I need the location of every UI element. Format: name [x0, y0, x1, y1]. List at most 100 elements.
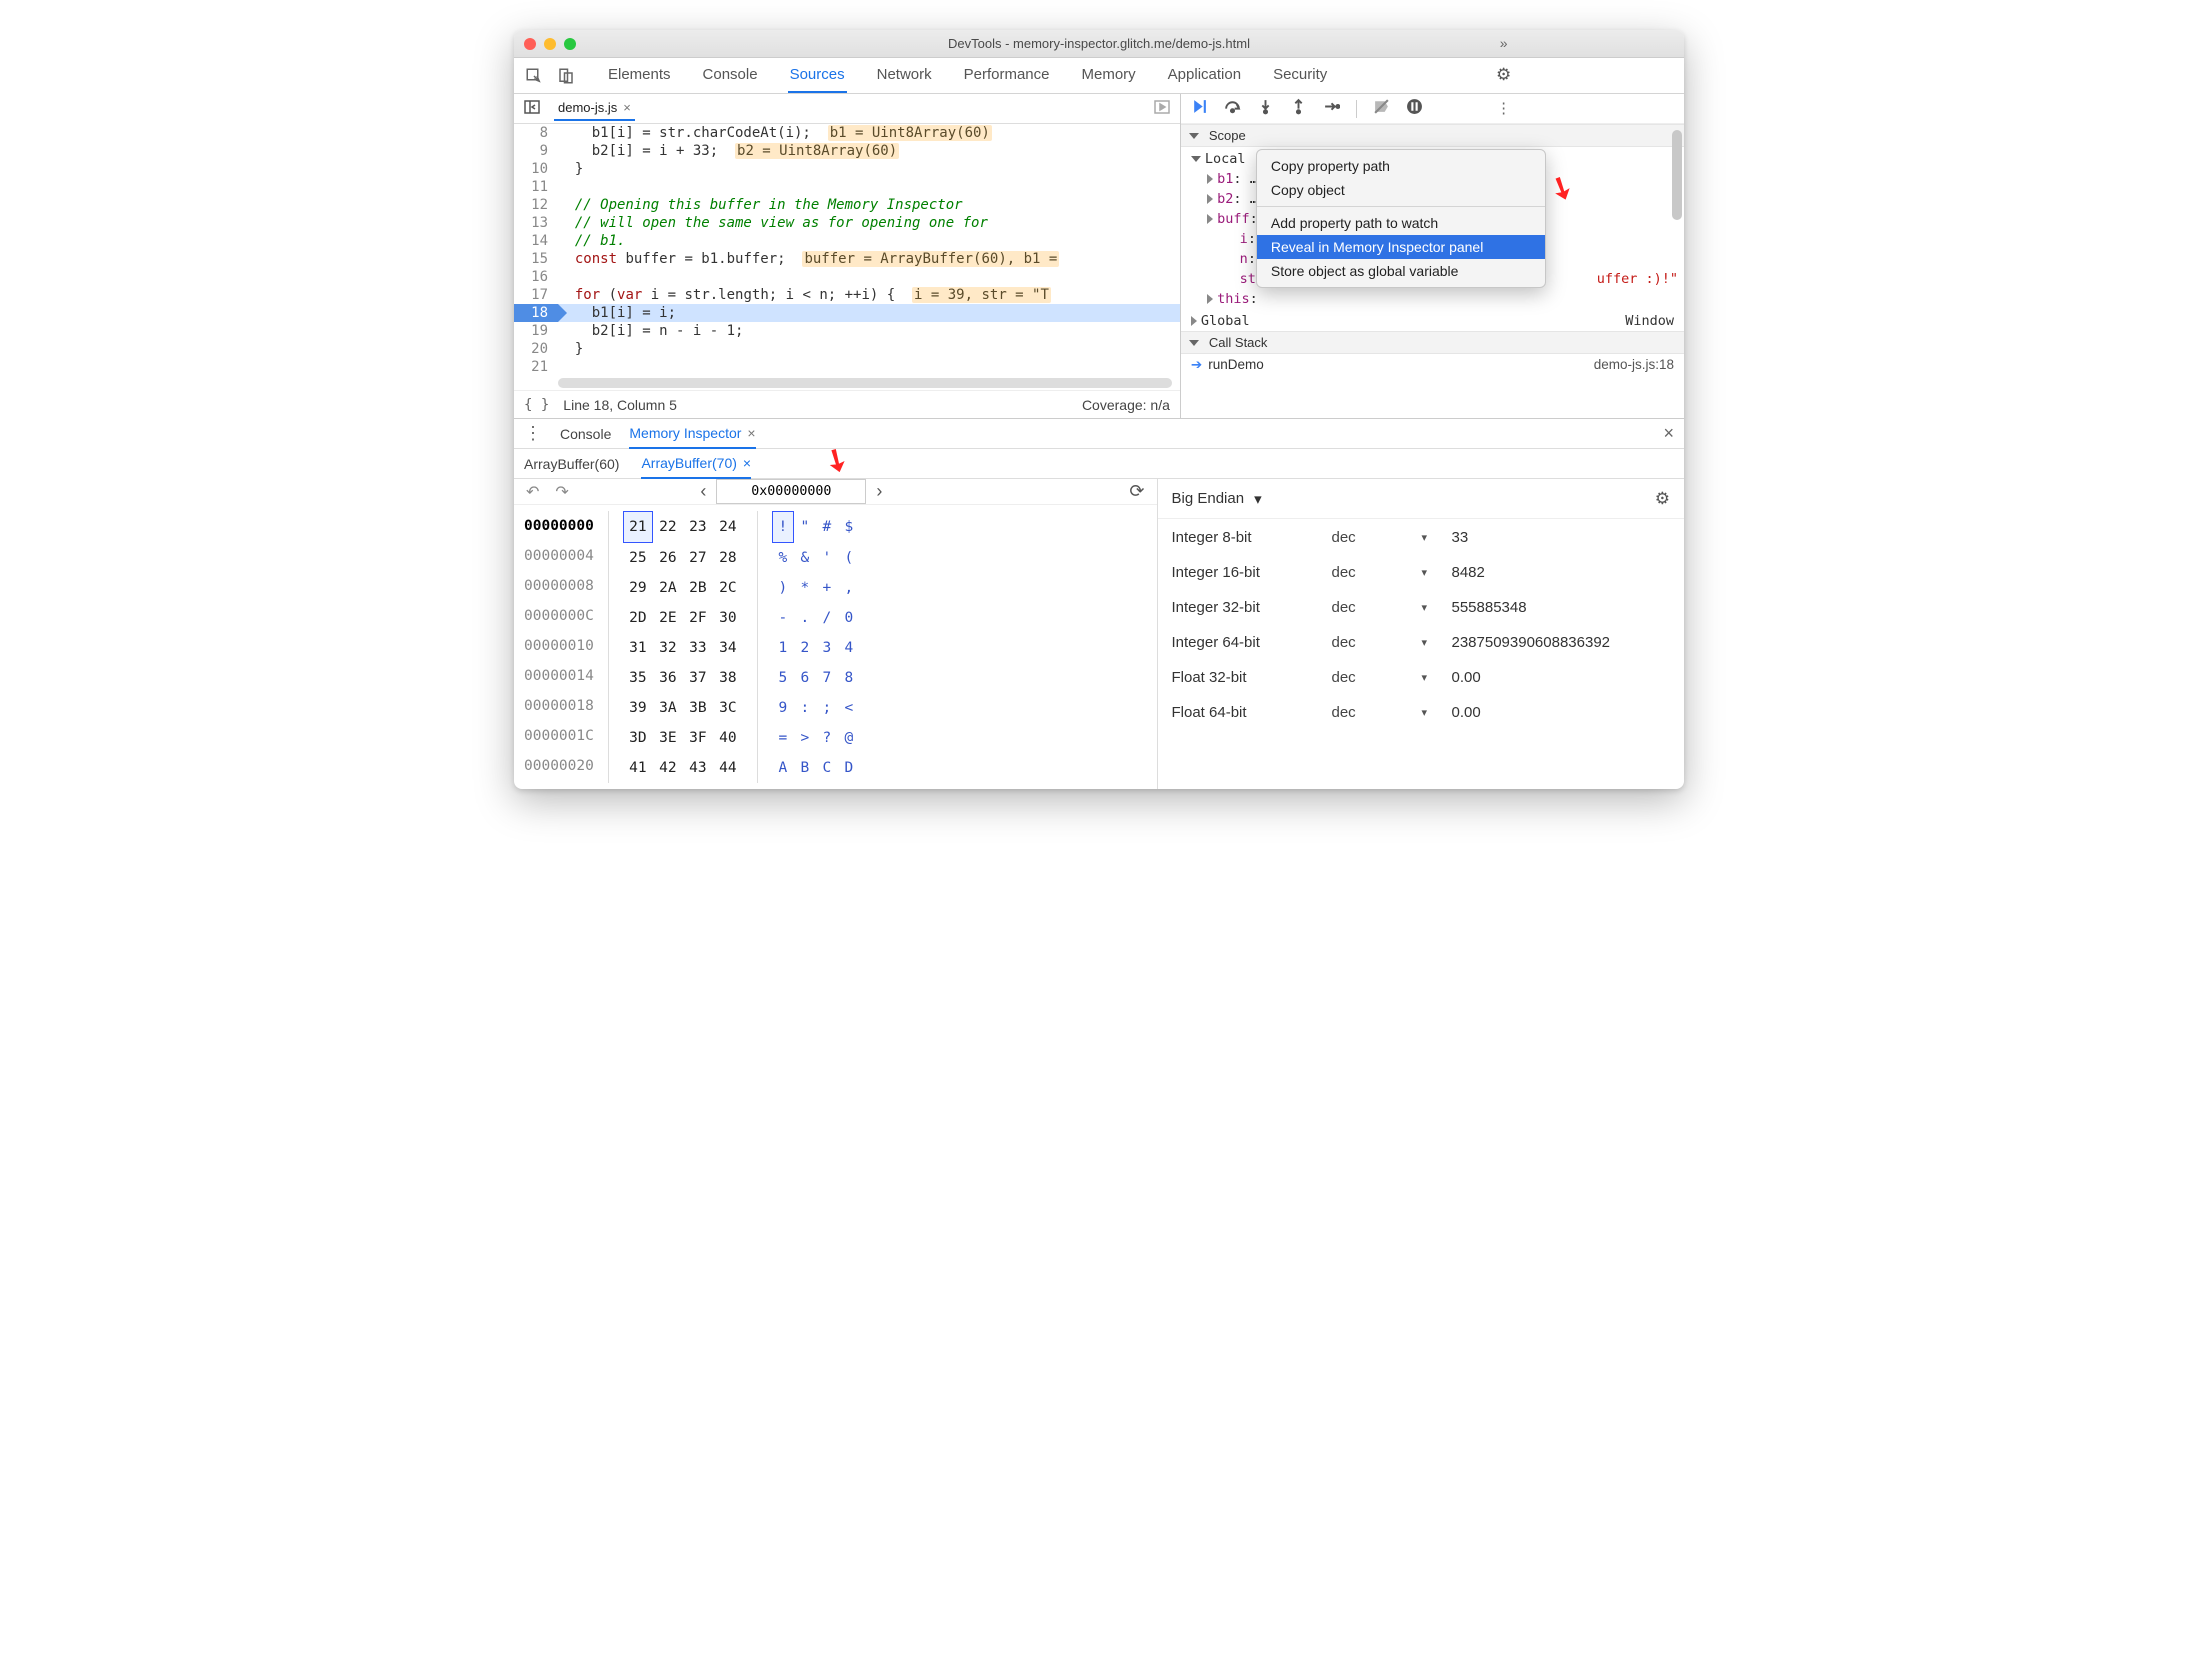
close-drawer-icon[interactable]: × [1663, 423, 1674, 444]
scope-section-header[interactable]: Scope [1181, 124, 1684, 147]
more-tabs-button[interactable]: » [1500, 35, 1508, 51]
address-input[interactable] [716, 479, 866, 504]
context-menu-item[interactable]: Store object as global variable [1257, 259, 1545, 283]
redo-icon[interactable]: ↷ [555, 482, 568, 502]
main-tab-security[interactable]: Security [1271, 58, 1329, 93]
hex-byte[interactable]: 35 [623, 663, 653, 693]
ascii-char[interactable]: = [772, 723, 794, 753]
hex-byte[interactable]: 26 [653, 543, 683, 573]
hex-byte[interactable]: 2E [653, 603, 683, 633]
ascii-row[interactable]: 9:;< [772, 693, 860, 723]
ascii-char[interactable]: 2 [794, 633, 816, 663]
main-tab-performance[interactable]: Performance [962, 58, 1052, 93]
ascii-char[interactable]: @ [838, 723, 860, 753]
main-tab-memory[interactable]: Memory [1080, 58, 1138, 93]
ascii-char[interactable]: & [794, 543, 816, 573]
ascii-char[interactable]: ? [816, 723, 838, 753]
hex-byte[interactable]: 3D [623, 723, 653, 753]
hex-row[interactable]: 31323334 [623, 633, 743, 663]
value-format-select[interactable]: dec [1332, 599, 1422, 616]
hex-byte[interactable]: 31 [623, 633, 653, 663]
hex-row[interactable]: 393A3B3C [623, 693, 743, 723]
buffer-tab[interactable]: ArrayBuffer(60) [524, 449, 619, 479]
code-line[interactable]: 15 const buffer = b1.buffer; buffer = Ar… [514, 250, 1180, 268]
ascii-char[interactable]: D [838, 753, 860, 783]
hex-byte[interactable]: 2D [623, 603, 653, 633]
ascii-char[interactable]: , [838, 573, 860, 603]
ascii-char[interactable]: : [794, 693, 816, 723]
ascii-char[interactable]: - [772, 603, 794, 633]
hex-row[interactable]: 25262728 [623, 543, 743, 573]
hex-byte[interactable]: 38 [713, 663, 743, 693]
hex-byte[interactable]: 43 [683, 753, 713, 783]
context-menu-item[interactable]: Add property path to watch [1257, 211, 1545, 235]
hex-byte[interactable]: 42 [653, 753, 683, 783]
ascii-char[interactable]: $ [838, 512, 860, 542]
code-line[interactable]: 14 // b1. [514, 232, 1180, 250]
hex-byte[interactable]: 22 [653, 512, 683, 542]
ascii-char[interactable]: < [838, 693, 860, 723]
step-over-icon[interactable] [1224, 98, 1241, 119]
ascii-char[interactable]: 9 [772, 693, 794, 723]
hex-byte[interactable]: 3E [653, 723, 683, 753]
hex-byte[interactable]: 33 [683, 633, 713, 663]
callstack-section-header[interactable]: Call Stack [1181, 331, 1684, 354]
ascii-char[interactable]: ( [838, 543, 860, 573]
ascii-row[interactable]: ABCD [772, 753, 860, 783]
code-line[interactable]: 20 } [514, 340, 1180, 358]
hex-byte[interactable]: 29 [623, 573, 653, 603]
hex-byte[interactable]: 37 [683, 663, 713, 693]
hex-byte[interactable]: 40 [713, 723, 743, 753]
ascii-char[interactable]: > [794, 723, 816, 753]
hex-viewer[interactable]: 0000000000000004000000080000000C00000010… [514, 505, 1157, 789]
ascii-row[interactable]: 5678 [772, 663, 860, 693]
step-out-icon[interactable] [1290, 98, 1307, 119]
ascii-char[interactable]: + [816, 573, 838, 603]
code-line[interactable]: 10 } [514, 160, 1180, 178]
ascii-char[interactable]: ) [772, 573, 794, 603]
hex-byte[interactable]: 3C [713, 693, 743, 723]
main-tab-network[interactable]: Network [875, 58, 934, 93]
hex-byte[interactable]: 39 [623, 693, 653, 723]
hex-byte[interactable]: 27 [683, 543, 713, 573]
value-format-select[interactable]: dec [1332, 564, 1422, 581]
step-icon[interactable] [1323, 98, 1340, 119]
ascii-row[interactable]: 1234 [772, 633, 860, 663]
code-line[interactable]: 19 b2[i] = n - i - 1; [514, 322, 1180, 340]
ascii-row[interactable]: =>?@ [772, 723, 860, 753]
hex-byte[interactable]: 30 [713, 603, 743, 633]
ascii-char[interactable]: 4 [838, 633, 860, 663]
value-format-select[interactable]: dec [1332, 634, 1422, 651]
ascii-char[interactable]: ! [772, 511, 794, 543]
hex-byte[interactable]: 3A [653, 693, 683, 723]
step-into-icon[interactable] [1257, 98, 1274, 119]
ascii-char[interactable]: 1 [772, 633, 794, 663]
code-line[interactable]: 9 b2[i] = i + 33; b2 = Uint8Array(60) [514, 142, 1180, 160]
pause-exceptions-icon[interactable] [1406, 98, 1423, 119]
code-line[interactable]: 21 [514, 358, 1180, 376]
ascii-char[interactable]: # [816, 512, 838, 542]
ascii-char[interactable]: * [794, 573, 816, 603]
hex-row[interactable]: 292A2B2C [623, 573, 743, 603]
file-tab-demo-js[interactable]: demo-js.js × [554, 96, 635, 121]
code-line[interactable]: 13 // will open the same view as for ope… [514, 214, 1180, 232]
hex-row[interactable]: 3D3E3F40 [623, 723, 743, 753]
ascii-char[interactable]: / [816, 603, 838, 633]
ascii-char[interactable]: 8 [838, 663, 860, 693]
refresh-icon[interactable]: ⟳ [1129, 481, 1144, 502]
hex-byte[interactable]: 44 [713, 753, 743, 783]
horizontal-scrollbar[interactable] [558, 378, 1172, 388]
code-line[interactable]: 8 b1[i] = str.charCodeAt(i); b1 = Uint8A… [514, 124, 1180, 142]
ascii-char[interactable]: 6 [794, 663, 816, 693]
inspect-element-icon[interactable] [522, 64, 546, 88]
drawer-tab-memory-inspector[interactable]: Memory Inspector× [629, 419, 755, 449]
ascii-char[interactable]: B [794, 753, 816, 783]
hex-row[interactable]: 41424344 [623, 753, 743, 783]
hex-byte[interactable]: 34 [713, 633, 743, 663]
hex-row[interactable]: 21222324 [623, 511, 743, 543]
ascii-char[interactable]: 5 [772, 663, 794, 693]
hex-byte[interactable]: 32 [653, 633, 683, 663]
undo-icon[interactable]: ↶ [526, 482, 539, 502]
code-line[interactable]: 11 [514, 178, 1180, 196]
main-tab-sources[interactable]: Sources [788, 58, 847, 93]
